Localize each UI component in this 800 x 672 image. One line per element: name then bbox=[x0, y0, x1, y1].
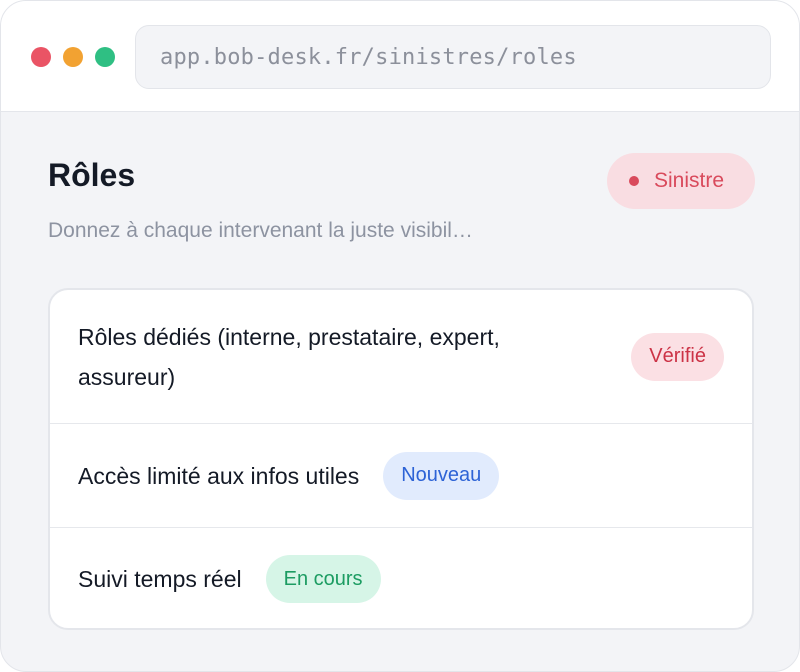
maximize-window-dot[interactable] bbox=[95, 47, 115, 67]
minimize-window-dot[interactable] bbox=[63, 47, 83, 67]
verifie-badge: Vérifié bbox=[631, 332, 724, 381]
list-item: Rôles dédiés (interne, prestataire, expe… bbox=[50, 290, 752, 423]
page-subtitle: Donnez à chaque intervenant la juste vis… bbox=[48, 219, 473, 242]
list-item: Accès limité aux infos utiles Nouveau bbox=[50, 423, 752, 527]
sinistre-badge: Sinistre bbox=[607, 153, 755, 209]
address-bar[interactable]: app.bob-desk.fr/sinistres/roles bbox=[135, 25, 771, 89]
close-window-dot[interactable] bbox=[31, 47, 51, 67]
list-item-label: Suivi temps réel bbox=[78, 566, 242, 592]
browser-window: app.bob-desk.fr/sinistres/roles Rôles Si… bbox=[0, 0, 800, 672]
en-cours-badge: En cours bbox=[265, 555, 381, 603]
nouveau-badge: Nouveau bbox=[383, 451, 500, 500]
browser-titlebar: app.bob-desk.fr/sinistres/roles bbox=[1, 1, 799, 112]
list-item-label: Rôles dédiés (interne, prestataire, expe… bbox=[78, 323, 500, 390]
list-item-label: Accès limité aux infos utiles bbox=[78, 462, 360, 489]
address-bar-url: app.bob-desk.fr/sinistres/roles bbox=[160, 44, 577, 70]
list-item: Suivi temps réel En cours bbox=[50, 527, 752, 628]
page-title: Rôles bbox=[48, 157, 136, 193]
sinistre-badge-label: Sinistre bbox=[654, 169, 725, 192]
roles-card: Rôles dédiés (interne, prestataire, expe… bbox=[48, 288, 754, 630]
status-dot-icon bbox=[629, 176, 639, 186]
